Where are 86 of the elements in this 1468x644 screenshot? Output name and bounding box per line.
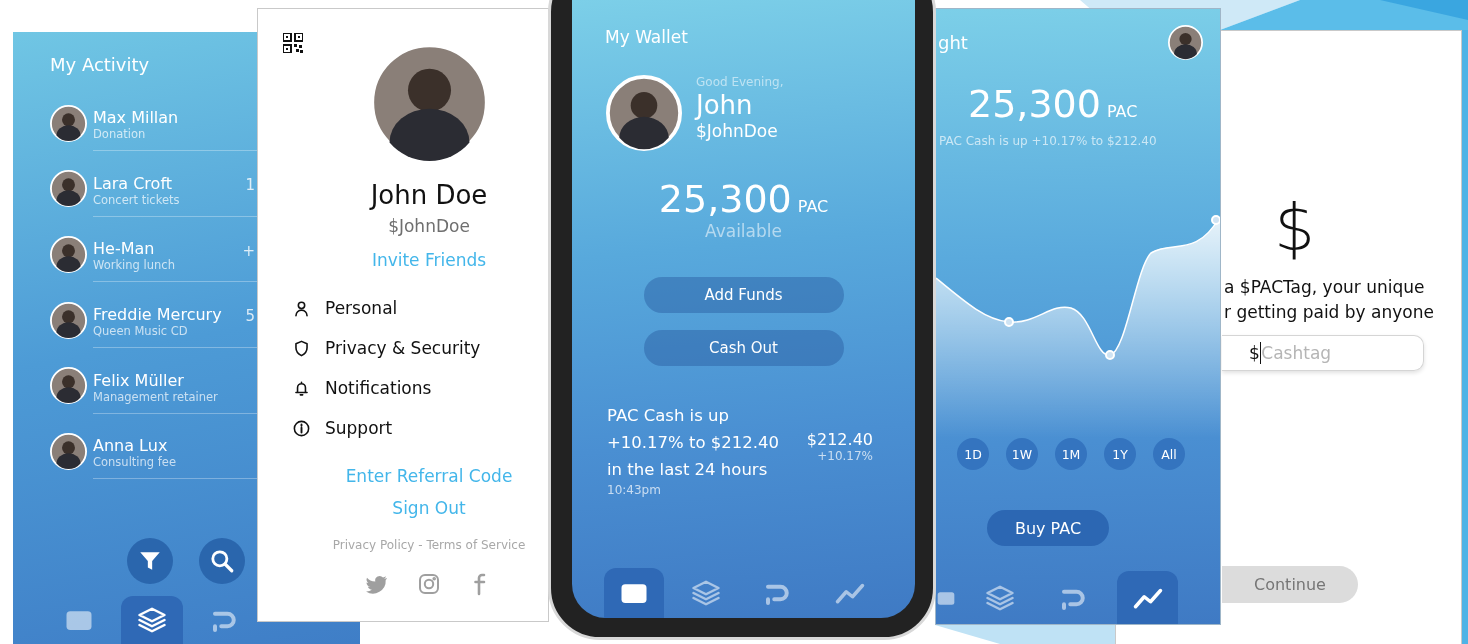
referral-code-link[interactable]: Enter Referral Code [345,466,513,486]
notice-text: PAC Cash is up [607,405,730,427]
filter-button[interactable] [127,538,173,584]
avatar [50,432,87,470]
greeting: Good Evening, [696,75,784,89]
search-icon [209,548,235,574]
sign-out-link[interactable]: Sign Out [392,498,466,518]
screen-title: ght [938,32,968,53]
activity-item[interactable]: Felix Müller Management retainer [13,352,257,419]
period-button[interactable]: 1Y [1104,438,1136,470]
search-button[interactable] [199,538,245,584]
activity-item[interactable]: Anna Lux Consulting fee [13,418,257,484]
period-button[interactable]: 1W [1006,438,1038,470]
price: $212.40 [806,430,873,449]
balance-amount: 25,300 [968,82,1101,126]
avatar [1168,25,1203,60]
amount: 1 [245,176,255,195]
activity-note: Queen Music CD [93,324,188,338]
data-point[interactable] [1211,215,1220,225]
screen-title: My Activity [49,54,151,77]
instruction-text: r getting paid by anyone [1224,301,1435,324]
activity-item[interactable]: Freddie Mercury Queen Music CD 5 [13,287,257,353]
activity-item[interactable]: Lara Croft Concert tickets 1 [13,156,257,222]
person-icon [292,298,311,318]
person-name: Freddie Mercury [93,306,222,324]
menu-item[interactable]: Privacy & Security [292,328,548,368]
activity-item[interactable]: Max Millan Donation [13,90,257,157]
amount: 5 [245,307,255,326]
currency-unit: PAC [1106,102,1138,121]
person-name: Felix Müller [93,371,184,390]
action-button[interactable]: Cash Out [643,330,844,366]
action-button[interactable]: Add Funds [643,277,844,313]
nav-tab[interactable] [604,568,664,618]
person-name: He-Man [93,240,155,259]
currency-unit: PAC [797,197,829,216]
person-name: Max Millan [93,109,179,128]
text-input[interactable]: Cashtag [1261,343,1382,363]
activity-note: Donation [93,127,146,142]
period-button[interactable]: 1M [1055,438,1087,470]
balance-label: Available [704,221,783,241]
avatar [50,367,87,405]
nav-tab[interactable] [121,596,183,644]
avatar [50,104,87,142]
screen-title: My Wallet [604,27,689,47]
activity-note: Working lunch [93,258,175,273]
layers-icon [691,578,721,608]
shield-icon [292,338,311,358]
price-summary: PAC Cash is up +10.17% to $212.40 [938,134,1158,148]
person-name: Lara Croft [93,174,172,193]
price-change: +10.17% [817,449,873,463]
dollar-symbol: $ [1274,191,1315,265]
notice-time: 10:43pm [607,483,662,497]
user-name: John [696,89,754,121]
avatar [50,170,87,208]
activity-note: Management retainer [93,389,218,404]
activity-note: Consulting fee [93,455,176,470]
cashtag: $JohnDoe [696,121,779,141]
menu-item[interactable]: Personal [292,288,548,328]
bell-icon [292,378,311,398]
notice-text: in the last 24 hours [607,459,769,481]
activity-item[interactable]: He-Man Working lunch + [13,221,257,288]
menu-item[interactable]: Notifications [292,368,548,408]
person-name: Anna Lux [93,437,168,456]
layers-icon [137,605,167,635]
instruction-text: a $PACTag, your unique [1224,276,1426,299]
profile-name: John Doe [370,180,488,210]
amount: + [242,241,255,260]
balance-amount: 25,300 [658,177,792,221]
legal-links[interactable]: Privacy Policy - Terms of Service [332,538,526,552]
data-point[interactable] [1105,350,1115,360]
info-icon [292,418,311,438]
avatar [50,235,87,273]
buy-button[interactable]: Buy PAC [987,510,1109,546]
qr-code-icon[interactable] [283,33,303,53]
notice-text: +10.17% to $212.40 [607,432,780,454]
invite-friends-link[interactable]: Invite Friends [371,250,487,270]
nav-tab[interactable] [1117,571,1178,624]
avatar [50,301,87,339]
activity-note: Concert tickets [93,192,180,207]
period-button[interactable]: All [1153,438,1185,470]
data-point[interactable] [1004,317,1014,327]
camera-icon[interactable] [417,572,441,596]
cashtag: $JohnDoe [388,216,470,236]
menu-item[interactable]: Support [292,408,548,448]
period-button[interactable]: 1D [957,438,989,470]
cashtag-field[interactable]: $Cashtag [1222,335,1424,371]
